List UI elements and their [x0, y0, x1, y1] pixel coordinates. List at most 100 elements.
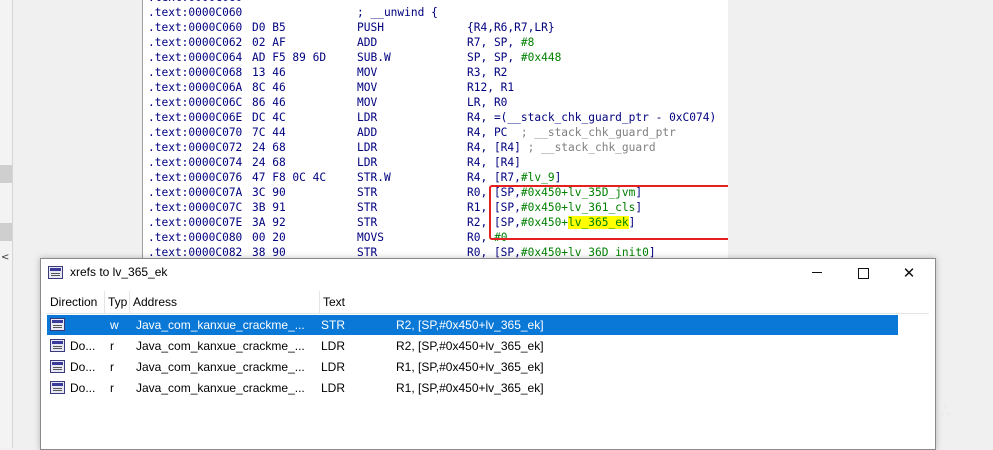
operands: R4, [R4]	[467, 156, 521, 169]
opcode-bytes: 02 AF	[252, 36, 286, 49]
mnemonic: STR.W	[357, 171, 391, 184]
operands: R12, R1	[467, 81, 515, 94]
close-icon: ✕	[902, 264, 916, 282]
xref-type: r	[110, 360, 114, 374]
xref-mnemonic: STR	[321, 318, 345, 332]
opcode-bytes: 47 F8 0C 4C	[252, 171, 327, 184]
xref-direction: Do...	[70, 360, 96, 374]
opcode-bytes: 3C 90	[252, 186, 286, 199]
mnemonic: LDR	[357, 141, 378, 154]
xref-mnemonic: LDR	[321, 381, 346, 395]
xref-type: r	[110, 381, 114, 395]
line-address: .text:0000C06A	[148, 81, 243, 94]
operands: R3, R2	[467, 66, 508, 79]
line-address: .text:0000C076	[148, 171, 243, 184]
column-header-type[interactable]: Typ	[105, 291, 130, 313]
maximize-button[interactable]	[840, 259, 886, 287]
xref-type: w	[110, 318, 119, 332]
line-address: .text:0000C07C	[148, 201, 243, 214]
xref-row[interactable]: Do... r Java_com_kanxue_crackme_... LDR R1, …	[47, 357, 898, 377]
xref-list-icon	[50, 381, 65, 394]
opcode-bytes: 24 68	[252, 156, 286, 169]
left-gutter: <	[0, 0, 13, 448]
opcode-bytes: DC 4C	[252, 111, 286, 124]
mnemonic: MOV	[357, 81, 378, 94]
xref-operands: R2, [SP,#0x450+lv_365_ek]	[396, 339, 544, 353]
line-address: .text:0000C070	[148, 126, 243, 139]
xref-direction: Do...	[70, 339, 96, 353]
mnemonic: STR	[357, 201, 378, 214]
column-header-text[interactable]: Text	[320, 291, 929, 313]
maximize-icon	[857, 268, 869, 279]
xref-mnemonic: LDR	[321, 360, 346, 374]
xref-row[interactable]: Do... r Java_com_kanxue_crackme_... LDR R1, …	[47, 378, 898, 398]
xref-list-icon	[50, 360, 65, 373]
opcode-bytes: 3A 92	[252, 216, 286, 229]
mnemonic: ; __unwind {	[357, 6, 438, 19]
line-address: .text:0000C080	[148, 231, 243, 244]
xref-address: Java_com_kanxue_crackme_...	[136, 381, 305, 395]
close-button[interactable]: ✕	[886, 259, 932, 287]
disassembly-view[interactable]: .text:0000C060 .text:0000C060 ; __unwind {…	[142, 0, 729, 260]
mnemonic: LDR	[357, 156, 378, 169]
operands: R4, [R4] ; __stack_chk_guard	[467, 141, 656, 154]
mnemonic: SUB.W	[357, 51, 391, 64]
collapse-arrow-icon[interactable]: <	[1, 252, 9, 263]
mnemonic: ADD	[357, 36, 378, 49]
xref-address: Java_com_kanxue_crackme_...	[136, 339, 305, 353]
title-bar[interactable]: xrefs to lv_365_ek ✕	[41, 259, 935, 287]
mnemonic: MOV	[357, 66, 378, 79]
xrefs-window[interactable]: xrefs to lv_365_ek ✕ Direction Typ Addre…	[40, 258, 936, 450]
operands: LR, R0	[467, 96, 508, 109]
xref-type: r	[110, 339, 114, 353]
annotation-box	[489, 185, 728, 240]
line-address: .text:0000C074	[148, 156, 243, 169]
mnemonic: MOVS	[357, 231, 384, 244]
line-address: .text:0000C07E	[148, 216, 243, 229]
column-header-direction[interactable]: Direction	[47, 291, 105, 313]
opcode-bytes: D0 B5	[252, 21, 286, 34]
line-address: .text:0000C062	[148, 36, 243, 49]
line-address: .text:0000C060	[148, 6, 243, 19]
line-address: .text:0000C07A	[148, 186, 243, 199]
line-address: .text:0000C064	[148, 51, 243, 64]
watermark: ஃ	[940, 404, 951, 420]
xref-operands: R2, [SP,#0x450+lv_365_ek]	[396, 318, 544, 332]
gutter-marker	[0, 165, 12, 183]
xref-operands: R1, [SP,#0x450+lv_365_ek]	[396, 381, 544, 395]
background-area	[728, 0, 993, 258]
xref-address: Java_com_kanxue_crackme_...	[136, 318, 305, 332]
line-address: .text:0000C06C	[148, 96, 243, 109]
opcode-bytes: 3B 91	[252, 201, 286, 214]
xref-list-icon	[50, 318, 65, 331]
line-address: .text:0000C060	[148, 21, 243, 34]
minimize-icon	[812, 272, 822, 273]
xref-row[interactable]: Do... r Java_com_kanxue_crackme_... LDR R2, …	[47, 336, 898, 356]
column-header-address[interactable]: Address	[130, 291, 320, 313]
operands: R4, PC ; __stack_chk_guard_ptr	[467, 126, 676, 139]
opcode-bytes: 00 20	[252, 231, 286, 244]
gutter-marker	[0, 223, 12, 241]
xref-operands: R1, [SP,#0x450+lv_365_ek]	[396, 360, 544, 374]
operands: R4, =(__stack_chk_guard_ptr - 0xC074)	[467, 111, 717, 124]
line-address: .text:0000C068	[148, 66, 243, 79]
operands: {R4,R6,R7,LR}	[467, 21, 555, 34]
mnemonic: STR	[357, 216, 378, 229]
window-title: xrefs to lv_365_ek	[70, 265, 168, 279]
line-address: .text:0000C06E	[148, 111, 243, 124]
xref-row[interactable]: w Java_com_kanxue_crackme_... STR R2, [SP,#…	[47, 315, 898, 335]
operands: SP, SP, #0x448	[467, 51, 562, 64]
xref-list-icon	[50, 339, 65, 352]
xref-list-icon	[48, 266, 63, 279]
minimize-button[interactable]	[794, 259, 840, 287]
opcode-bytes: 8C 46	[252, 81, 286, 94]
opcode-bytes: 24 68	[252, 141, 286, 154]
xref-address: Java_com_kanxue_crackme_...	[136, 360, 305, 374]
operands: R7, SP, #8	[467, 36, 535, 49]
opcode-bytes: 86 46	[252, 96, 286, 109]
opcode-bytes: 13 46	[252, 66, 286, 79]
operands: R4, [R7,#lv_9]	[467, 171, 562, 184]
mnemonic: STR	[357, 186, 378, 199]
opcode-bytes: AD F5 89 6D	[252, 51, 327, 64]
xref-direction: Do...	[70, 381, 96, 395]
